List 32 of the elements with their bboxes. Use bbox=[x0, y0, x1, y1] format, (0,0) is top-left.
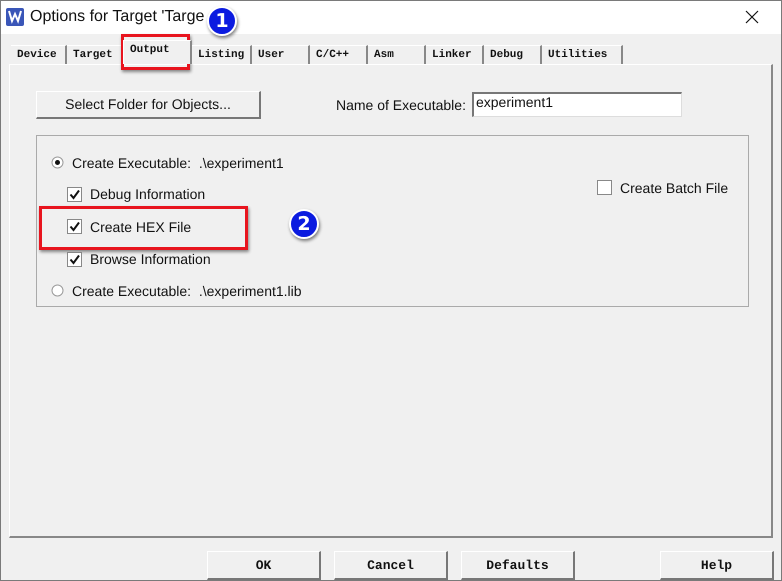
dialog-button[interactable]: Cancel bbox=[334, 551, 448, 580]
checkbox[interactable] bbox=[67, 252, 82, 267]
tab[interactable]: Utilities bbox=[542, 44, 623, 64]
option-label: Debug Information bbox=[90, 186, 206, 202]
option-label: Create Executable: .\experiment1.lib bbox=[72, 282, 302, 299]
checkbox[interactable] bbox=[597, 180, 612, 196]
option-label: Create Executable: .\experiment1 bbox=[72, 154, 284, 171]
radio-button[interactable] bbox=[51, 156, 64, 170]
option-label: Create Batch File bbox=[620, 180, 728, 196]
tab[interactable]: User bbox=[252, 44, 310, 64]
tab[interactable]: Output bbox=[123, 40, 192, 64]
dialog-button[interactable]: Defaults bbox=[461, 551, 575, 580]
option-label: Browse Information bbox=[90, 251, 211, 268]
tab[interactable]: Asm bbox=[368, 44, 426, 64]
app-logo-icon bbox=[6, 8, 24, 26]
dialog-button[interactable]: Help bbox=[660, 551, 774, 580]
select-folder-button[interactable]: Select Folder for Objects... bbox=[36, 90, 261, 119]
radio-button[interactable] bbox=[51, 284, 64, 298]
tab[interactable]: Listing bbox=[192, 44, 252, 64]
executable-name-field[interactable]: experiment1 bbox=[472, 92, 682, 118]
field-label: Name of Executable: bbox=[336, 96, 466, 113]
option-label: Create HEX File bbox=[90, 218, 192, 235]
tab[interactable]: Linker bbox=[426, 44, 484, 64]
window-title: Options for Target 'Targe bbox=[30, 8, 204, 26]
close-icon[interactable] bbox=[745, 10, 759, 24]
tab[interactable]: Device bbox=[11, 44, 67, 64]
dialog-button[interactable]: OK bbox=[207, 551, 321, 580]
tab[interactable]: C/C++ bbox=[310, 44, 368, 64]
checkbox[interactable] bbox=[67, 219, 82, 234]
step-badge: 2 bbox=[289, 209, 319, 240]
tab[interactable]: Debug bbox=[484, 44, 542, 64]
checkbox[interactable] bbox=[67, 186, 82, 202]
